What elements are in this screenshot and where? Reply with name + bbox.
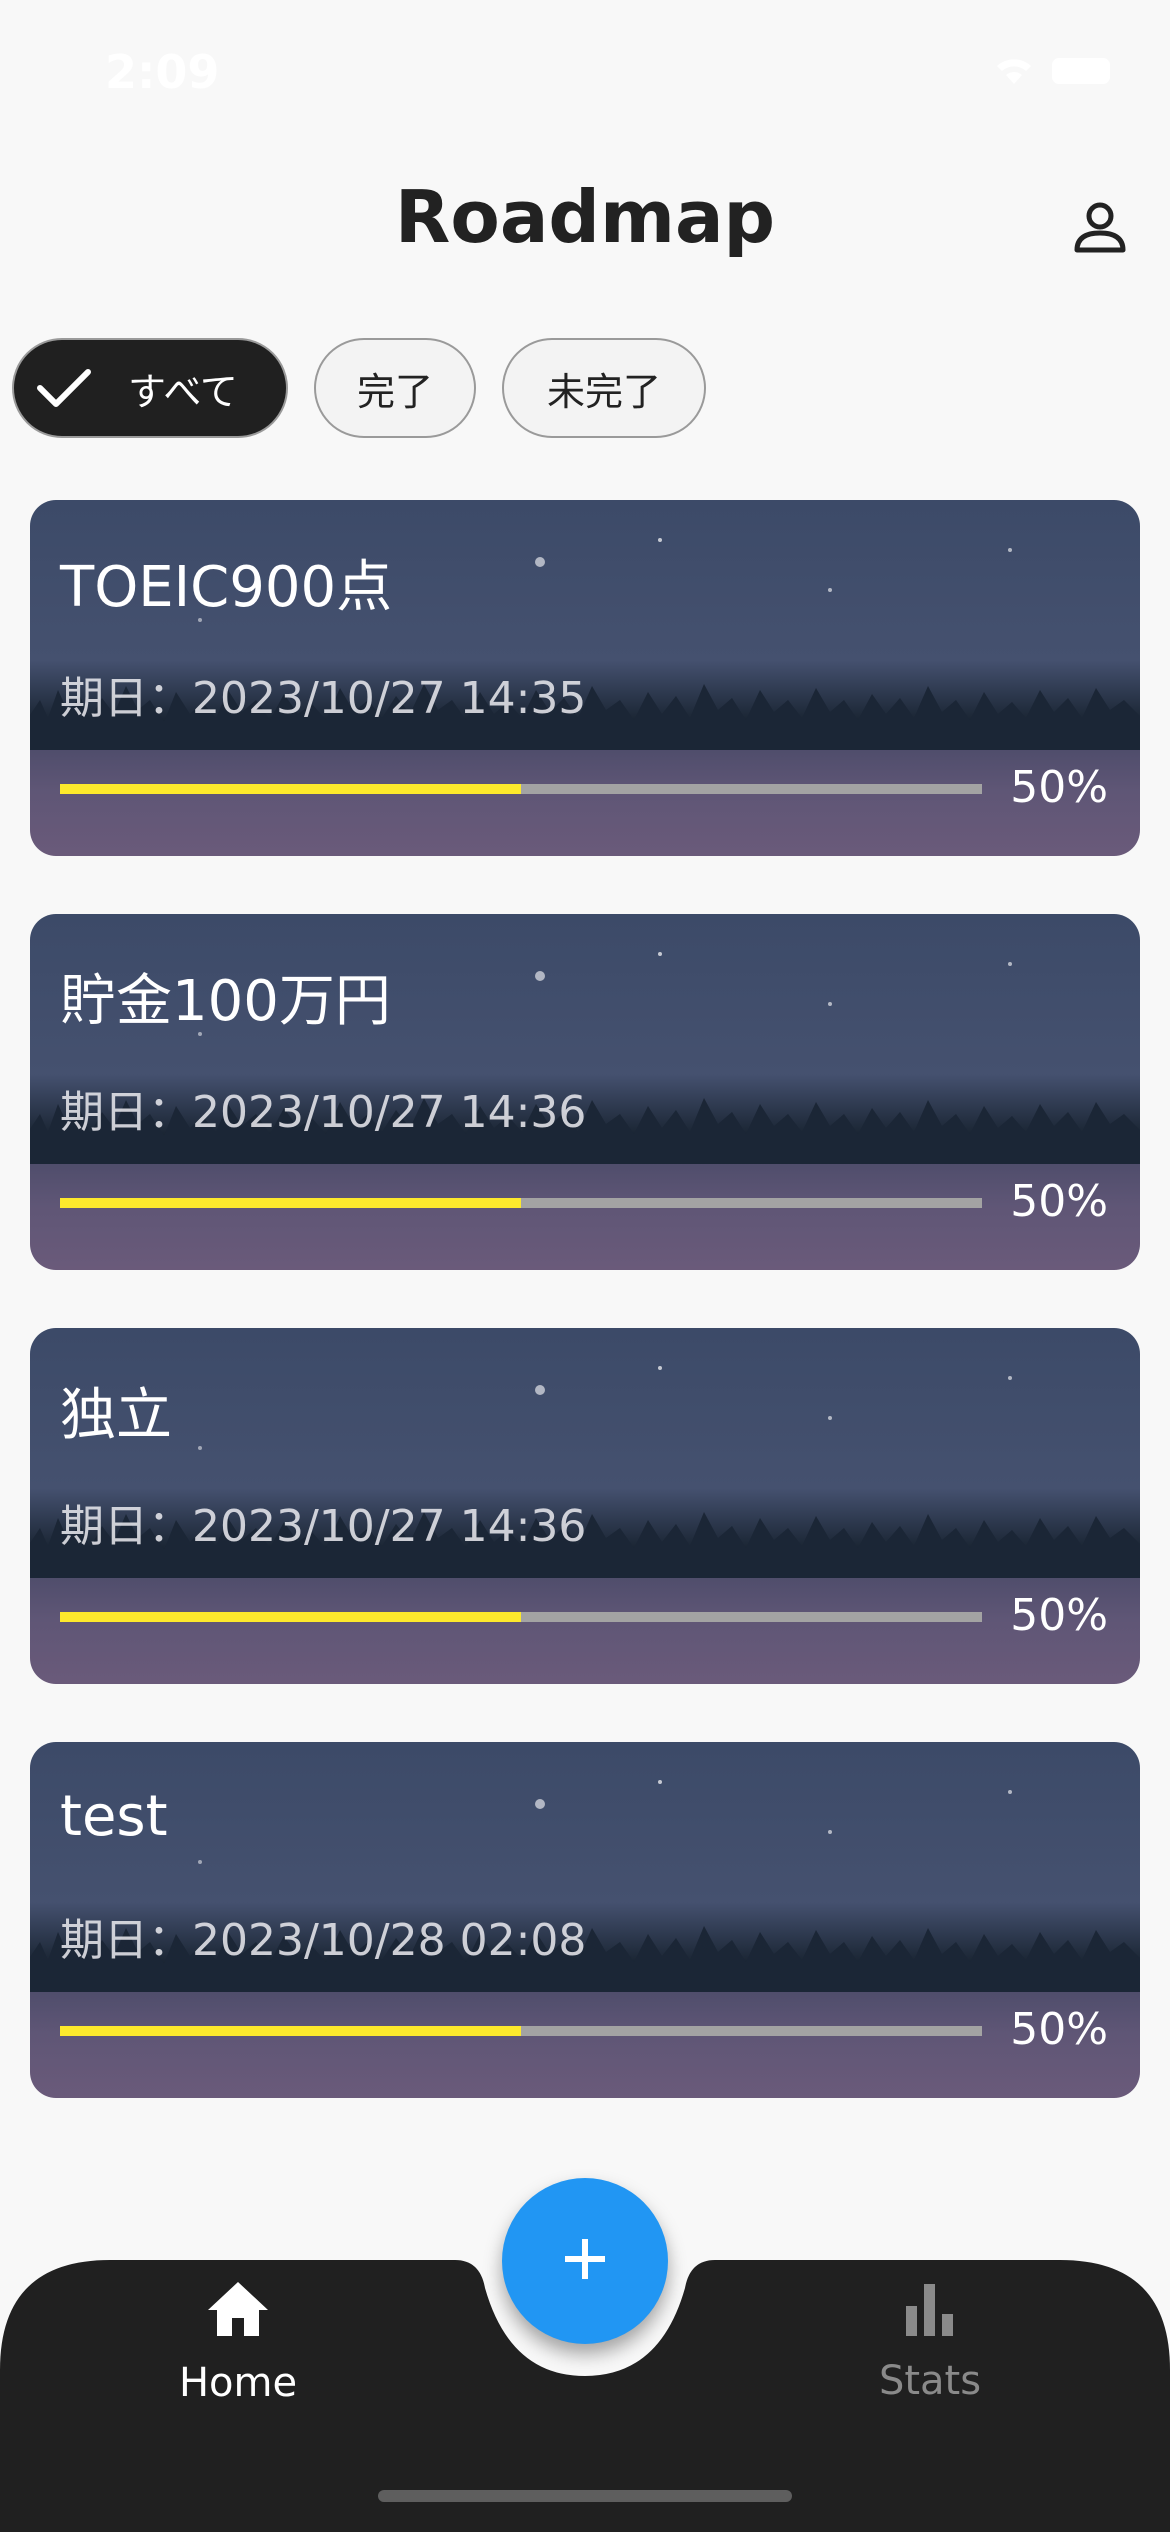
home-icon	[206, 2280, 270, 2342]
goal-title: TOEIC900点	[60, 555, 393, 620]
goal-progress-fill	[60, 2026, 521, 2036]
goal-title: test	[60, 1784, 168, 1849]
battery-icon	[1052, 58, 1110, 84]
page-title: Roadmap	[394, 175, 776, 259]
status-icons	[992, 52, 1110, 90]
status-bar: 2:09	[0, 0, 1170, 140]
filter-chip-label: 完了	[356, 369, 433, 414]
check-icon	[36, 366, 92, 410]
goal-progress-label: 50%	[1010, 2004, 1108, 2055]
goal-progress-bar	[60, 2026, 982, 2036]
goal-progress-fill	[60, 784, 521, 794]
goal-progress-label: 50%	[1010, 1176, 1108, 1227]
goal-card[interactable]: TOEIC900点 期日：2023/10/27 14:35 50%	[30, 500, 1140, 856]
goal-card[interactable]: 独立 期日：2023/10/27 14:36 50%	[30, 1328, 1140, 1684]
filter-chips: すべて 完了 未完了	[12, 338, 706, 438]
filter-chip-completed[interactable]: 完了	[314, 338, 476, 438]
goal-progress-fill	[60, 1612, 521, 1622]
bar-chart-icon	[902, 2280, 958, 2340]
goal-card[interactable]: test 期日：2023/10/28 02:08 50%	[30, 1742, 1140, 2098]
filter-chip-label: すべて	[128, 369, 238, 414]
filter-chip-incomplete[interactable]: 未完了	[502, 338, 706, 438]
goal-progress-bar	[60, 784, 982, 794]
goal-title: 独立	[60, 1383, 172, 1448]
goal-progress-label: 50%	[1010, 762, 1108, 813]
goal-progress-label: 50%	[1010, 1590, 1108, 1641]
filter-chip-label: 未完了	[546, 369, 661, 414]
nav-stats-label: Stats	[878, 2358, 982, 2404]
goal-due-date: 期日：2023/10/27 14:36	[60, 1087, 587, 1138]
home-indicator	[378, 2490, 792, 2502]
goal-progress-bar	[60, 1198, 982, 1208]
goal-list: TOEIC900点 期日：2023/10/27 14:35 50% 貯金100万…	[30, 500, 1140, 2156]
wifi-icon	[992, 52, 1036, 90]
status-time: 2:09	[105, 45, 220, 99]
nav-home[interactable]: Home	[108, 2280, 368, 2430]
nav-stats[interactable]: Stats	[800, 2280, 1060, 2430]
roadmap-screen: 2:09 Roadmap すべて 完了 未完了 TOEIC900点 期日：202…	[0, 0, 1170, 2532]
goal-progress-fill	[60, 1198, 521, 1208]
goal-progress-bar	[60, 1612, 982, 1622]
profile-button[interactable]	[1060, 190, 1140, 270]
goal-due-date: 期日：2023/10/27 14:36	[60, 1501, 587, 1552]
goal-title: 貯金100万円	[60, 969, 391, 1034]
nav-home-label: Home	[178, 2360, 298, 2406]
add-goal-button[interactable]	[502, 2178, 668, 2344]
person-outline-icon	[1072, 200, 1128, 260]
goal-due-date: 期日：2023/10/28 02:08	[60, 1915, 587, 1966]
filter-chip-all[interactable]: すべて	[12, 338, 288, 438]
goal-card[interactable]: 貯金100万円 期日：2023/10/27 14:36 50%	[30, 914, 1140, 1270]
plus-icon	[561, 2235, 609, 2287]
goal-due-date: 期日：2023/10/27 14:35	[60, 673, 587, 724]
